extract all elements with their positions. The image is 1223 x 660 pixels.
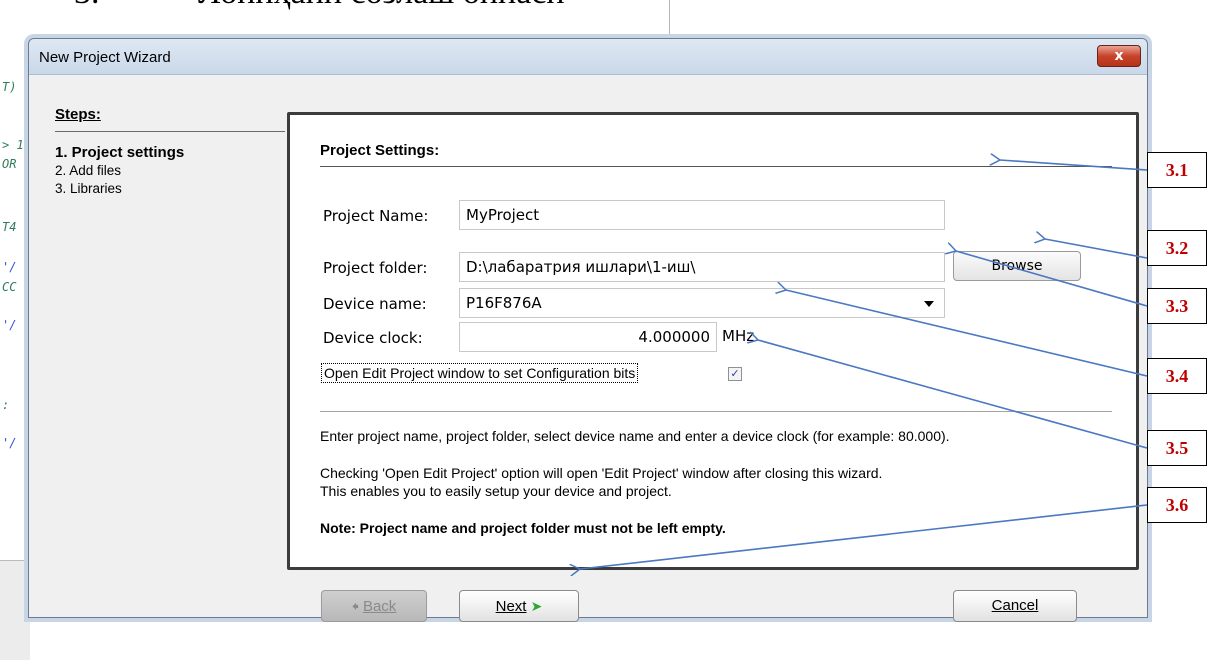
device-name-select[interactable]: P16F876A xyxy=(459,288,945,318)
annotation-3-6: 3.6 xyxy=(1147,487,1207,523)
next-label: Next xyxy=(495,598,527,615)
code-fragment: > 1 xyxy=(2,138,24,152)
chevron-down-icon[interactable] xyxy=(924,301,934,307)
step-project-settings: 1. Project settings xyxy=(55,144,185,161)
close-button[interactable]: x xyxy=(1097,45,1141,67)
device-clock-input[interactable]: 4.000000 xyxy=(459,322,717,352)
project-settings-panel: Project Settings: Project Name: MyProjec… xyxy=(287,112,1139,570)
code-fragment: T) xyxy=(2,80,17,94)
annotation-3-1: 3.1 xyxy=(1147,152,1207,188)
steps-title: Steps: xyxy=(55,106,285,132)
steps-panel: Steps: 1. Project settings 2. Add files … xyxy=(55,106,285,198)
code-fragment: OR xyxy=(2,157,17,171)
heading-text: Лойиҳани созлаш ойнаси xyxy=(198,0,565,12)
device-clock-label: Device clock: xyxy=(323,329,423,347)
document-divider xyxy=(669,0,670,36)
annotation-3-5: 3.5 xyxy=(1147,430,1207,466)
code-fragment: T4 xyxy=(2,220,17,234)
device-name-value: P16F876A xyxy=(466,294,542,312)
back-label: Back xyxy=(362,598,397,615)
project-folder-label: Project folder: xyxy=(323,259,428,277)
project-folder-input[interactable]: D:\лабаратрия ишлари\1-иш\ xyxy=(459,252,945,282)
annotation-3-4: 3.4 xyxy=(1147,358,1207,394)
device-clock-unit: MHz xyxy=(722,327,755,345)
cancel-button[interactable]: Cancel xyxy=(953,590,1077,622)
info-text-line: This enables you to easily setup your de… xyxy=(320,483,672,499)
project-settings-title: Project Settings: xyxy=(320,142,1112,167)
code-fragment: CC xyxy=(2,280,17,294)
separator xyxy=(320,411,1112,412)
arrow-right-icon: ➤ xyxy=(530,598,543,614)
browse-button[interactable]: Browse xyxy=(953,251,1081,281)
info-text-line: Enter project name, project folder, sele… xyxy=(320,428,950,444)
code-fragment: : xyxy=(2,398,10,412)
device-name-label: Device name: xyxy=(323,295,427,313)
close-icon: x xyxy=(1114,48,1124,64)
step-add-files: 2. Add files xyxy=(55,163,122,178)
code-fragment: '/ xyxy=(2,260,17,274)
annotation-3-3: 3.3 xyxy=(1147,288,1207,324)
background-code-editor: T) > 1 OR T4 '/ CC '/ : '/ xyxy=(0,60,30,660)
checkmark-icon: ✓ xyxy=(730,367,740,380)
back-button[interactable]: 🠸 Back xyxy=(321,590,427,622)
info-text-line: Checking 'Open Edit Project' option will… xyxy=(320,465,883,481)
configuration-bits-checkbox-label[interactable]: Open Edit Project window to set Configur… xyxy=(321,363,639,383)
background-panel xyxy=(0,560,30,660)
heading-number: 3. xyxy=(74,0,100,12)
dialog-body: Steps: 1. Project settings 2. Add files … xyxy=(29,76,1147,622)
annotation-3-2: 3.2 xyxy=(1147,230,1207,266)
arrow-left-icon: 🠸 xyxy=(351,598,359,614)
new-project-wizard-dialog: New Project Wizard x Steps: 1. Project s… xyxy=(28,38,1148,622)
code-fragment: '/ xyxy=(2,436,17,450)
dialog-titlebar[interactable]: New Project Wizard x xyxy=(29,39,1147,75)
code-fragment: '/ xyxy=(2,318,17,332)
configuration-bits-checkbox[interactable]: ✓ xyxy=(728,367,742,381)
step-libraries: 3. Libraries xyxy=(55,181,122,196)
project-name-input[interactable]: MyProject xyxy=(459,200,945,230)
note-text: Note: Project name and project folder mu… xyxy=(320,520,726,536)
next-button[interactable]: Next ➤ xyxy=(459,590,579,622)
dialog-title: New Project Wizard xyxy=(39,49,171,66)
project-name-label: Project Name: xyxy=(323,207,429,225)
